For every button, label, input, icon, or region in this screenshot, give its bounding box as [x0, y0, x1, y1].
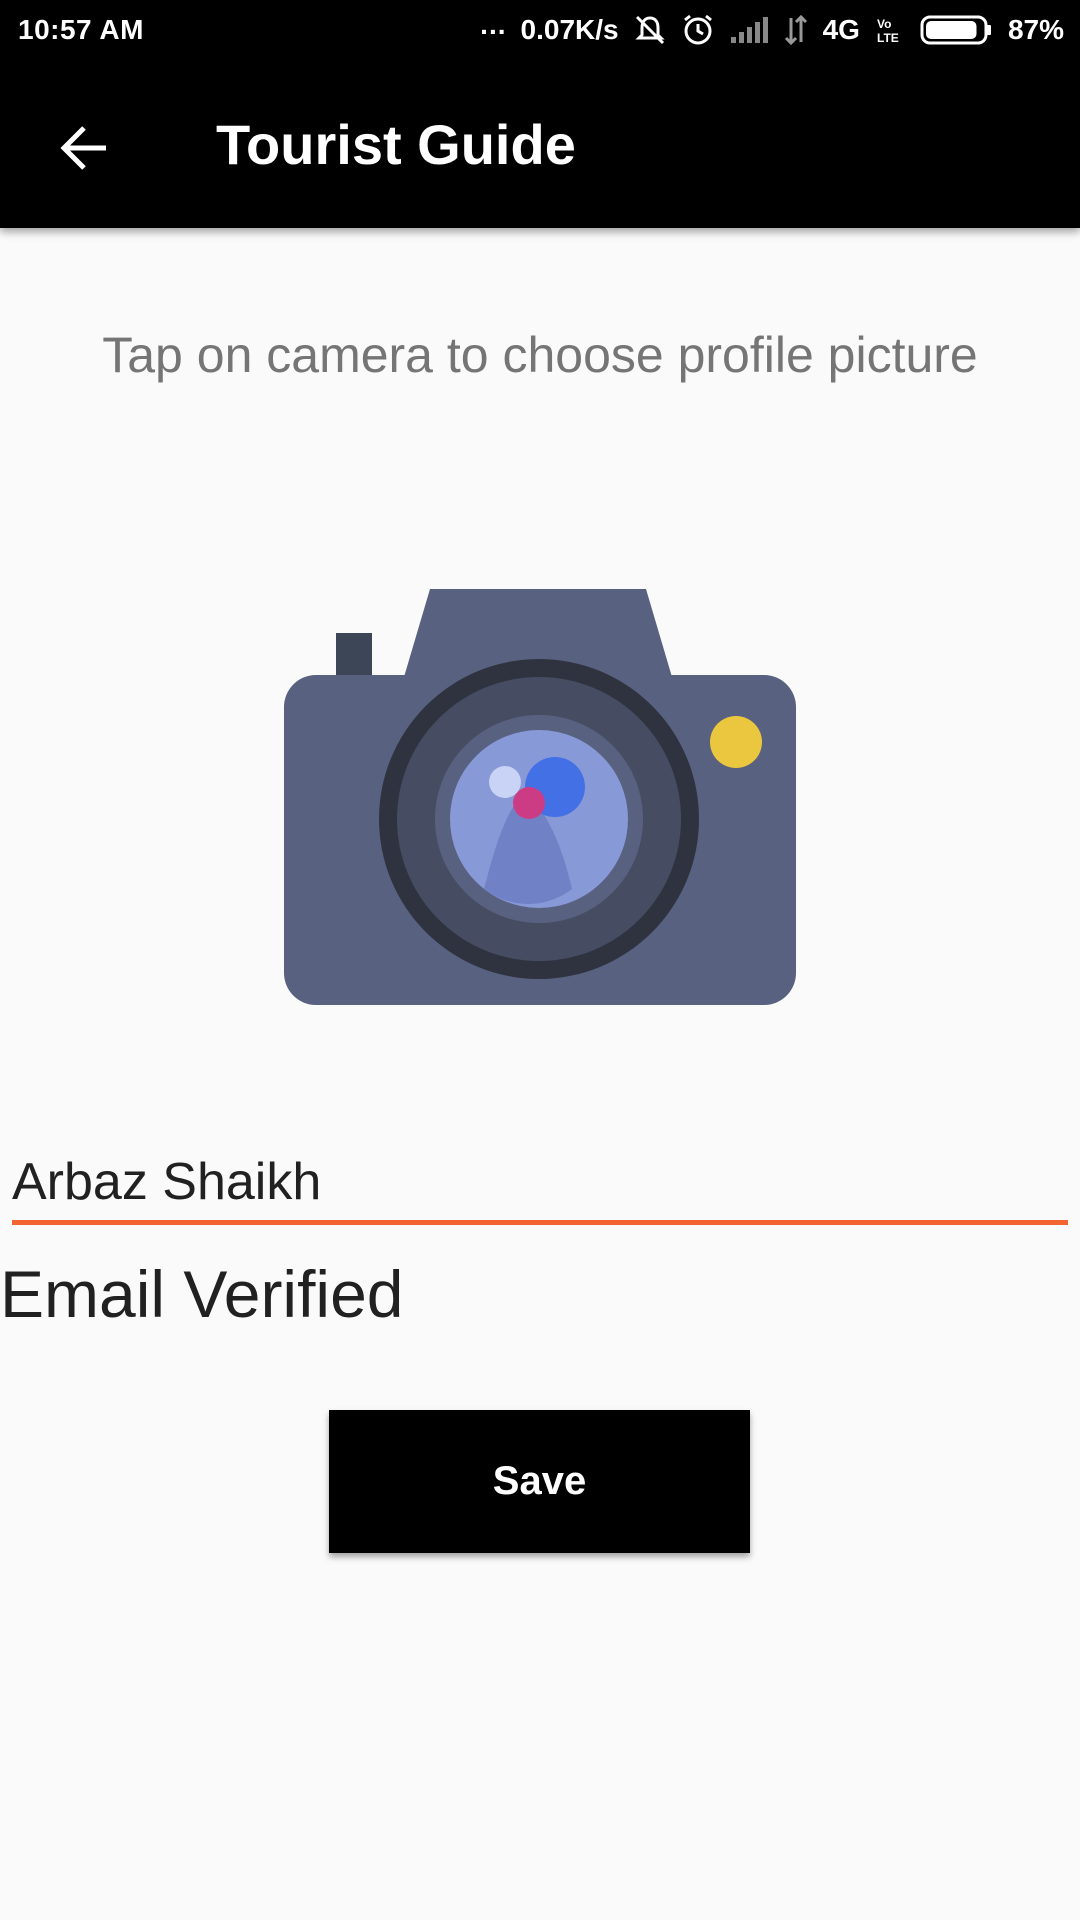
svg-text:Vo: Vo [877, 17, 891, 31]
status-time: 10:57 AM [18, 14, 144, 45]
svg-text:LTE: LTE [877, 31, 899, 45]
data-arrows-icon [783, 14, 809, 46]
battery-percent: 87% [1007, 14, 1064, 45]
name-input[interactable] [12, 1144, 1068, 1225]
mute-icon [633, 13, 667, 47]
save-button[interactable]: Save [329, 1410, 750, 1553]
battery-icon [920, 13, 994, 47]
alarm-icon [681, 13, 715, 47]
arrow-back-icon [60, 126, 106, 170]
more-notifications-icon: ... [480, 9, 507, 40]
network-type: 4G [822, 14, 860, 45]
email-verified-label: Email Verified [0, 1257, 404, 1331]
signal-icon [729, 15, 769, 45]
app-bar: Tourist Guide [0, 60, 1080, 228]
status-bar: 10:57 AM ... 0.07K/s 4G Vo LTE 87% [0, 0, 1080, 60]
profile-picture-button[interactable] [284, 587, 796, 1005]
profile-picture-instruction: Tap on camera to choose profile picture [102, 327, 978, 383]
network-speed: 0.07K/s [520, 14, 619, 45]
status-icons: ... 0.07K/s 4G Vo LTE 87% [480, 9, 1064, 48]
volte-icon: Vo LTE [874, 14, 906, 46]
camera-icon [284, 589, 796, 1005]
name-field [12, 1144, 1068, 1225]
back-button[interactable] [40, 104, 128, 192]
page-title: Tourist Guide [216, 113, 576, 176]
